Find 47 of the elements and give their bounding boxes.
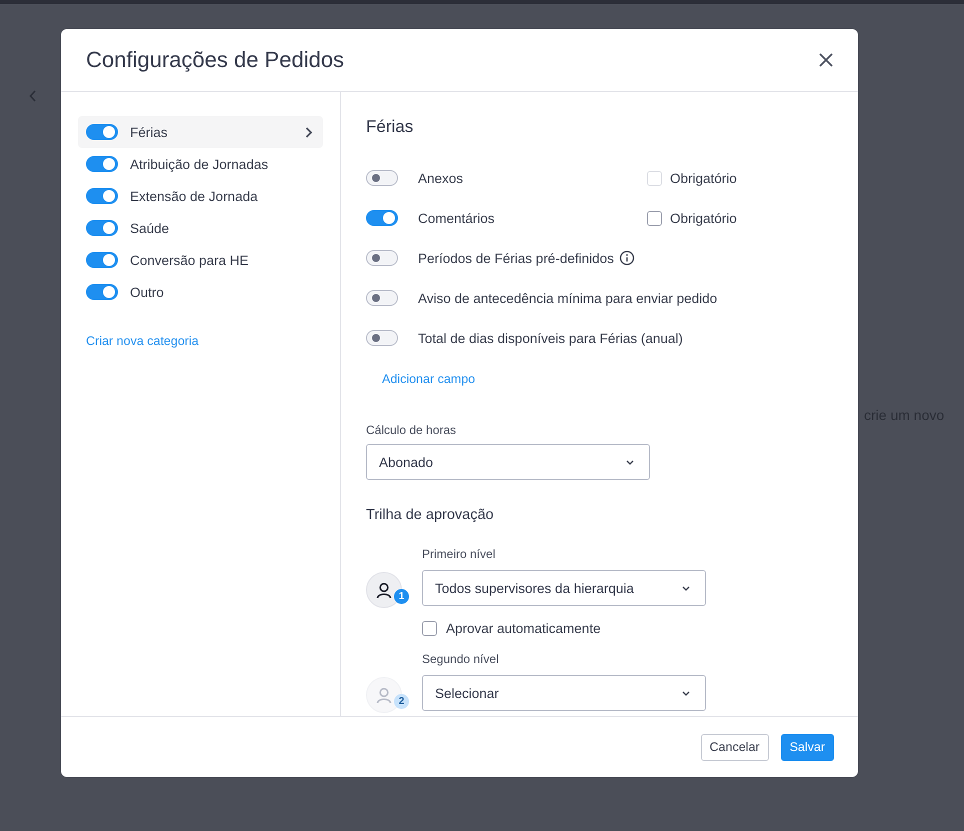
category-item[interactable]: Atribuição de Jornadas bbox=[78, 148, 323, 180]
toggle-switch[interactable] bbox=[86, 252, 118, 268]
back-chevron-icon bbox=[29, 90, 37, 102]
toggle-switch[interactable] bbox=[86, 188, 118, 204]
toggle-switch[interactable] bbox=[86, 220, 118, 236]
field-label: Total de dias disponíveis para Férias (anual) bbox=[418, 330, 683, 346]
toggle-switch[interactable] bbox=[366, 170, 398, 186]
dialog-title: Configurações de Pedidos bbox=[86, 47, 344, 73]
category-item[interactable]: Conversão para HE bbox=[78, 244, 323, 276]
close-icon[interactable] bbox=[818, 52, 834, 68]
checkbox[interactable] bbox=[422, 621, 437, 636]
checkbox-label: Obrigatório bbox=[670, 170, 737, 186]
cancel-button[interactable]: Cancelar bbox=[700, 734, 769, 760]
field-label: Cálculo de horas bbox=[366, 423, 458, 437]
category-item[interactable]: Outro bbox=[78, 276, 323, 308]
toggle-switch[interactable] bbox=[366, 290, 398, 306]
checkbox-label: Aprovar automaticamente bbox=[446, 621, 601, 636]
hours-dropdown[interactable]: Abonado bbox=[366, 444, 650, 480]
caret-icon bbox=[626, 460, 634, 464]
person-icon bbox=[376, 582, 392, 598]
category-item[interactable]: Saúde bbox=[78, 212, 323, 244]
field-label: Comentários bbox=[418, 210, 495, 226]
person-icon bbox=[376, 686, 392, 704]
toggle-switch[interactable] bbox=[366, 210, 398, 226]
toggle-switch[interactable] bbox=[366, 250, 398, 266]
approver-dropdown[interactable]: Selecionar bbox=[422, 675, 706, 711]
approver-dropdown[interactable]: Todos supervisores da hierarquia bbox=[422, 570, 706, 606]
checkbox-label: Obrigatório bbox=[670, 210, 737, 226]
checkbox[interactable] bbox=[647, 210, 662, 226]
toggle-switch[interactable] bbox=[86, 284, 118, 300]
level-label: Segundo nível bbox=[422, 652, 500, 666]
field-label: Anexos bbox=[418, 170, 464, 186]
section-heading: Trilha de aprovação bbox=[366, 507, 495, 523]
category-item[interactable]: Extensão de Jornada bbox=[78, 180, 323, 212]
level-badge: 2 bbox=[394, 694, 409, 709]
section-title: Férias bbox=[366, 117, 414, 138]
level-label: Primeiro nível bbox=[422, 547, 496, 561]
category-item[interactable]: Férias bbox=[78, 116, 323, 148]
level-badge: 1 bbox=[394, 589, 409, 604]
toggle-switch[interactable] bbox=[86, 124, 118, 140]
caret-icon bbox=[682, 690, 690, 696]
caret-icon bbox=[682, 586, 690, 590]
chevron-right-icon bbox=[305, 126, 313, 138]
toggle-switch[interactable] bbox=[366, 330, 398, 346]
field-label: Períodos de Férias pré-definidos bbox=[418, 250, 614, 266]
toggle-switch[interactable] bbox=[86, 156, 118, 172]
field-label: Aviso de antecedência mínima para enviar pedido bbox=[418, 290, 718, 306]
